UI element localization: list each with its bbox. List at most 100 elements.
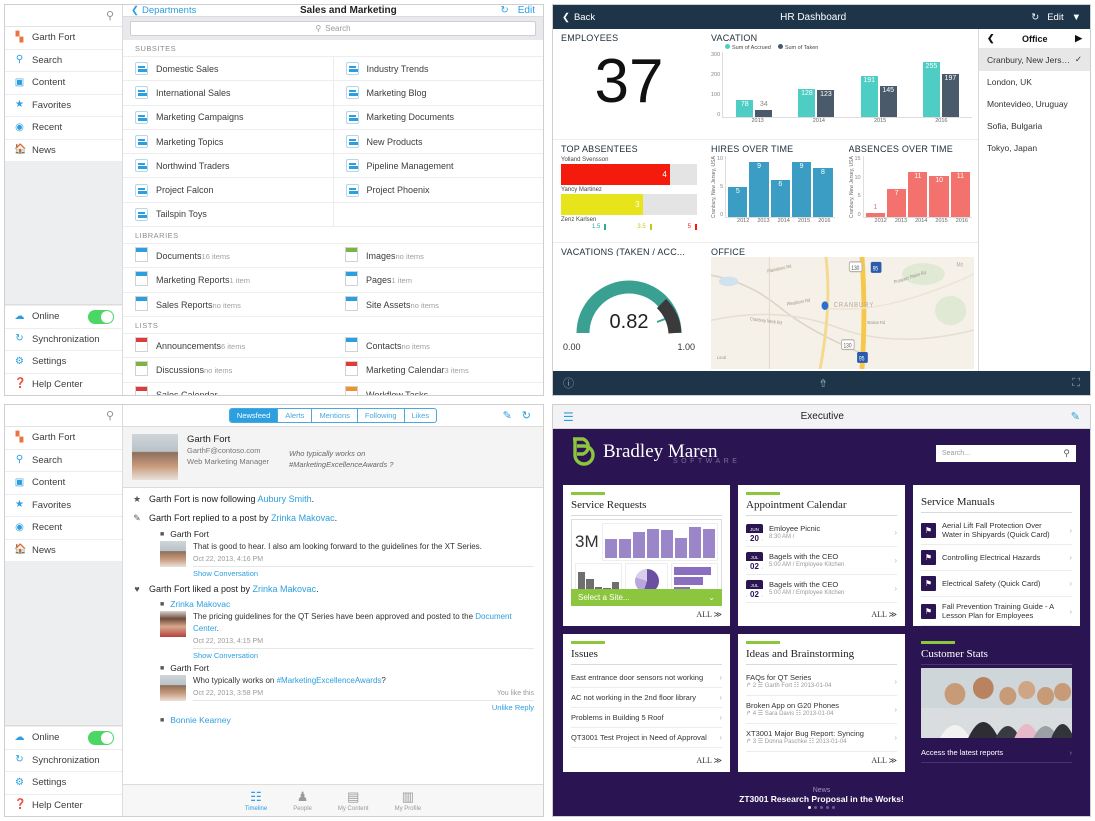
tab-alerts[interactable]: Alerts	[278, 409, 312, 422]
news-pager-dot[interactable]	[832, 806, 835, 809]
help-circle-icon[interactable]: ⓘ	[563, 375, 574, 391]
list-item[interactable]: Discussionsno items	[123, 358, 333, 381]
list-item[interactable]: Sales Calendar	[123, 383, 333, 396]
list-item[interactable]: FAQs for QT Series ↱ 2 ☰ Garth Fort ☷ 201…	[746, 668, 897, 696]
list-item[interactable]: Marketing Documents	[333, 106, 544, 129]
list-item[interactable]: Northwind Traders	[123, 154, 333, 177]
feed-post-actions[interactable]: Unlike Reply	[193, 701, 534, 712]
sidebar-item-news[interactable]: 🏠 News	[5, 140, 122, 163]
list-item[interactable]: Tailspin Toys	[123, 203, 333, 226]
bottom-tab-my-content[interactable]: ▤ My Content	[338, 789, 369, 812]
tile-vacations-gauge[interactable]: VACATIONS (TAKEN / ACC... 0.82 0.00 1.00	[553, 243, 703, 371]
pin-icon[interactable]: ⚲	[106, 409, 114, 422]
list-item[interactable]: AC not working in the 2nd floor library ›	[571, 688, 722, 708]
tab-mentions[interactable]: Mentions	[312, 409, 357, 422]
edit-button[interactable]: Edit	[518, 5, 535, 16]
expand-icon[interactable]: ⛶	[1072, 377, 1080, 390]
view-all-link[interactable]: ALL ≫	[571, 606, 722, 619]
news-pager-dot[interactable]	[814, 806, 817, 809]
list-item[interactable]: ⚑ Controlling Electrical Hazards ›	[921, 545, 1072, 571]
feed-post-link[interactable]: #MarketingExcellenceAwards	[277, 676, 382, 685]
tab-likes[interactable]: Likes	[405, 409, 437, 422]
list-item[interactable]: Site Assetsno items	[333, 293, 543, 316]
news-pager-dot[interactable]	[820, 806, 823, 809]
site-select-dropdown[interactable]: Select a Site... ⌄	[571, 589, 722, 606]
list-item[interactable]: Domestic Sales	[123, 57, 333, 80]
sidebar-item-online[interactable]: ☁ Online	[5, 726, 122, 749]
tile-employees[interactable]: EMPLOYEES 37	[553, 29, 703, 139]
refresh-icon[interactable]: ↻	[500, 5, 508, 16]
office-list-item[interactable]: Cranbury, New Jersey... ✓	[979, 48, 1090, 71]
sidebar-item-synchronization[interactable]: ↻ Synchronization	[5, 749, 122, 772]
list-item[interactable]: Broken App on G20 Phones ↱ 4 ☰ Sara Davis…	[746, 696, 897, 724]
list-item[interactable]: ⚑ Fall Prevention Training Guide - A Less…	[921, 597, 1072, 626]
sidebar-item-search[interactable]: ⚲ Search	[5, 50, 122, 73]
list-item[interactable]: XT3001 Major Bug Report: Syncing ↱ 3 ☰ Do…	[746, 724, 897, 752]
feed-person-link[interactable]: Zrinka Makovac	[253, 584, 317, 594]
list-item[interactable]: Industry Trends	[333, 57, 544, 80]
show-conversation-link[interactable]: Show Conversation	[160, 649, 534, 660]
news-ticker[interactable]: News ZT3001 Research Proposal in the Wor…	[553, 780, 1090, 816]
sidebar-item-favorites[interactable]: ★ Favorites	[5, 495, 122, 518]
list-item[interactable]: Documents16 items	[123, 244, 333, 267]
bottom-tab-people[interactable]: ♟ People	[293, 789, 312, 812]
sidebar-item-settings[interactable]: ⚙ Settings	[5, 350, 122, 373]
office-list-item[interactable]: Sofia, Bulgaria	[979, 115, 1090, 137]
list-item[interactable]: ⚑ Aerial Lift Fall Protection Over Water …	[921, 516, 1072, 545]
list-item[interactable]: Marketing Topics	[123, 130, 333, 153]
sidebar-item-favorites[interactable]: ★ Favorites	[5, 95, 122, 118]
list-item[interactable]: JUL 02 Bagels with the CEO 5:00 AM / Employ…	[746, 575, 897, 603]
sidebar-item-search[interactable]: ⚲ Search	[5, 450, 122, 473]
list-item[interactable]: Announcements6 items	[123, 334, 333, 357]
sidebar-item-recent[interactable]: ◉ Recent	[5, 517, 122, 540]
bottom-tab-my-profile[interactable]: ▥ My Profile	[395, 789, 422, 812]
sidebar-item-content[interactable]: ▣ Content	[5, 72, 122, 95]
list-item[interactable]: East entrance door sensors not working ›	[571, 668, 722, 688]
list-item[interactable]: Problems in Building 5 Roof ›	[571, 708, 722, 728]
list-item[interactable]: Marketing Calendar3 items	[333, 358, 543, 381]
chevron-right-icon[interactable]: ▶	[1075, 33, 1082, 44]
list-item[interactable]: Pages1 item	[333, 268, 543, 291]
pencil-edit-icon[interactable]: ✎	[1071, 410, 1080, 423]
list-item[interactable]: Contactsno items	[333, 334, 543, 357]
feed-post-author[interactable]: Bonnie Kearney	[170, 715, 231, 725]
list-item[interactable]: Sales Reportsno items	[123, 293, 333, 316]
view-all-link[interactable]: ALL ≫	[571, 752, 722, 765]
view-all-link[interactable]: ALL ≫	[746, 606, 897, 619]
office-list-item[interactable]: Tokyo, Japan	[979, 137, 1090, 159]
tile-top-absentees[interactable]: TOP ABSENTEES Yolland Svensson 4 Yancy Mar…	[553, 140, 703, 242]
list-item[interactable]: International Sales	[123, 81, 333, 104]
show-conversation-link[interactable]: Show Conversation	[160, 567, 534, 578]
sidebar-item-content[interactable]: ▣ Content	[5, 472, 122, 495]
list-item[interactable]: JUL 02 Bagels with the CEO 5:00 AM / Employ…	[746, 547, 897, 575]
search-input[interactable]: ⚲ Search	[130, 21, 536, 36]
sidebar-item-garth-fort[interactable]: ▚ Garth Fort	[5, 427, 122, 450]
list-item[interactable]: Workflow Tasks	[333, 383, 543, 396]
online-toggle[interactable]	[88, 731, 114, 745]
list-item[interactable]: Marketing Reports1 item	[123, 268, 333, 291]
list-item[interactable]: JUN 20 Emloyee Picnic 8:30 AM / ›	[746, 519, 897, 547]
tile-office-map[interactable]: OFFICE CRANBURY Plainsboro Rd Pleasboro …	[703, 243, 978, 371]
compose-icon[interactable]: ✎	[503, 409, 512, 422]
feed-post-link[interactable]: Document Center	[193, 612, 512, 633]
chevron-left-icon[interactable]: ❮	[987, 33, 995, 44]
office-list-item[interactable]: Montevideo, Uruguay	[979, 93, 1090, 115]
list-item[interactable]: New Products	[333, 130, 544, 153]
list-item[interactable]: Pipeline Management	[333, 154, 544, 177]
list-item[interactable]: QT3001 Test Project in Need of Approval ›	[571, 728, 722, 748]
office-list-item[interactable]: London, UK	[979, 71, 1090, 93]
sidebar-item-settings[interactable]: ⚙ Settings	[5, 771, 122, 794]
search-input[interactable]: Search... ⚲	[936, 445, 1076, 462]
back-button[interactable]: ❮ Back	[562, 12, 595, 23]
hamburger-menu-icon[interactable]: ☰	[563, 410, 574, 424]
customer-stats-link[interactable]: Access the latest reports ›	[921, 743, 1072, 763]
share-icon[interactable]: ⇮	[819, 377, 828, 390]
list-item[interactable]: Project Falcon	[123, 178, 333, 201]
news-pager-dot[interactable]	[826, 806, 829, 809]
refresh-icon[interactable]: ↻	[522, 409, 531, 422]
tab-newsfeed[interactable]: Newsfeed	[230, 409, 278, 422]
news-pager-dot[interactable]	[808, 806, 811, 809]
view-all-link[interactable]: ALL ≫	[746, 752, 897, 765]
feed-person-link[interactable]: Aubury Smith	[258, 494, 312, 504]
list-item[interactable]: Marketing Blog	[333, 81, 544, 104]
